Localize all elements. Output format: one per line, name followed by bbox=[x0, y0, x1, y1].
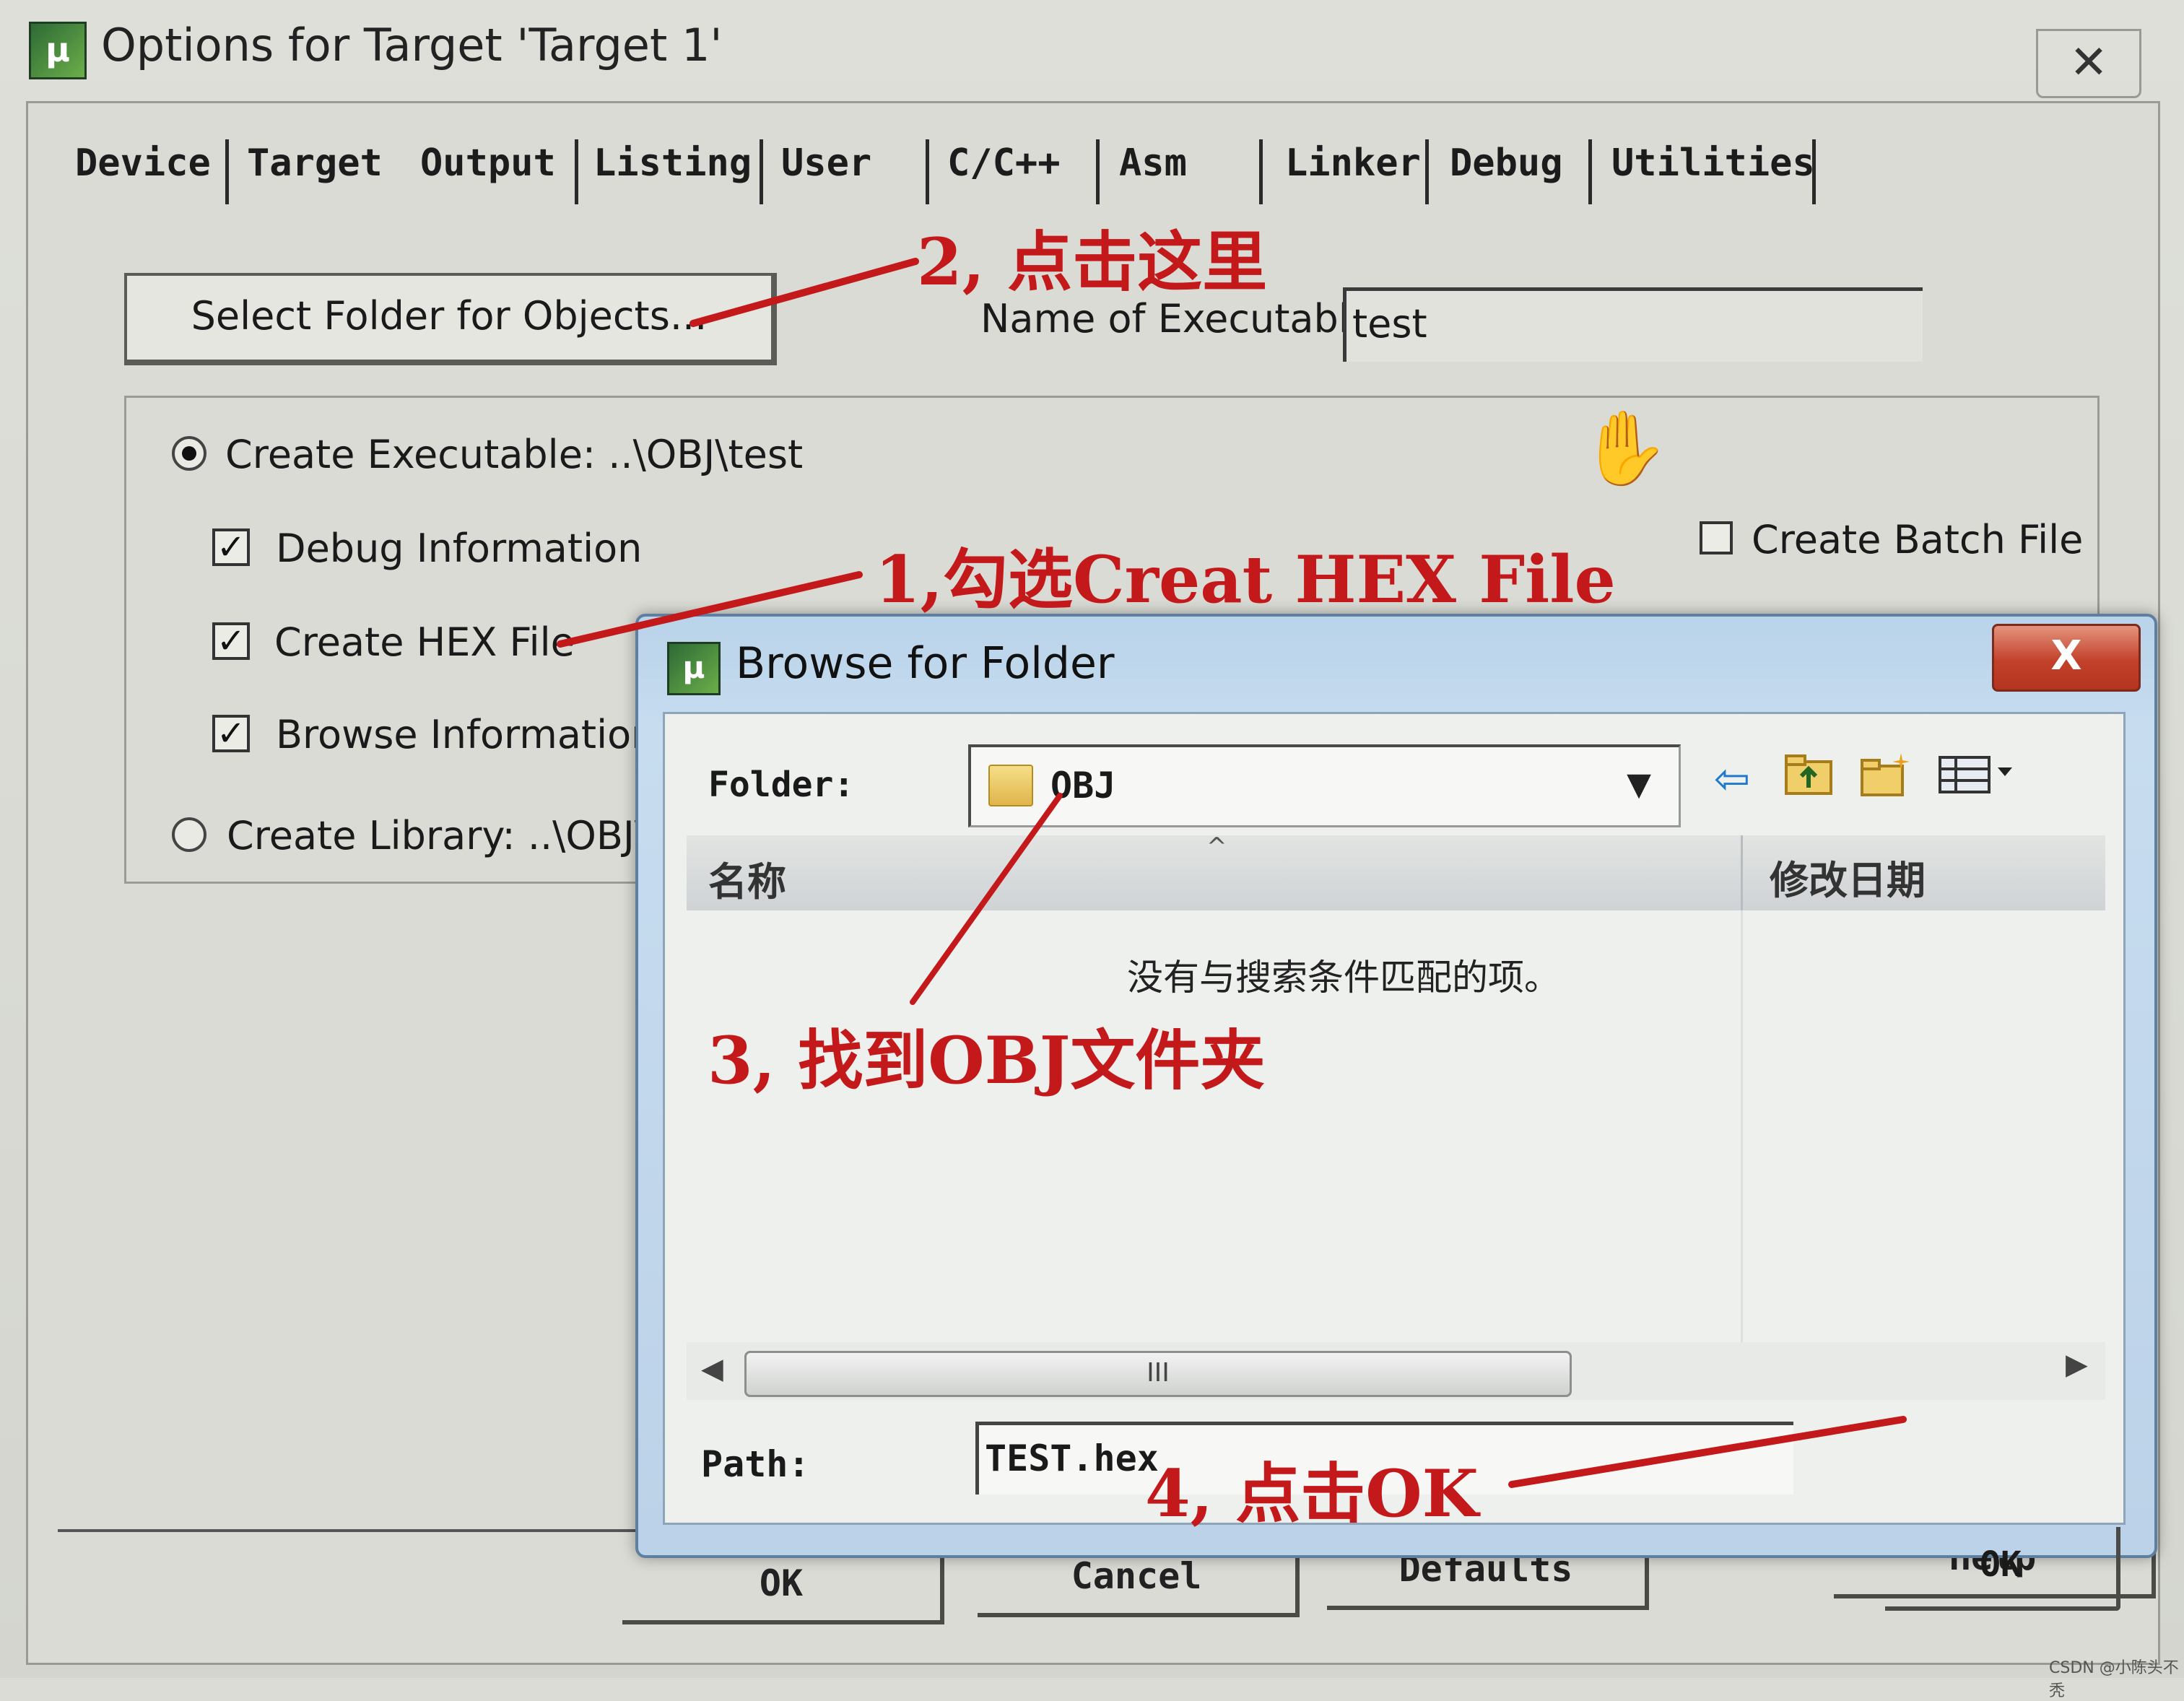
close-icon[interactable]: X bbox=[1992, 624, 2141, 692]
tab-separator bbox=[1425, 139, 1429, 204]
create-hex-file-label: Create HEX File bbox=[274, 619, 575, 665]
hand-cursor-icon: ✋ bbox=[1580, 406, 1670, 490]
scroll-right-icon[interactable]: ▶ bbox=[2066, 1348, 2088, 1381]
tab-separator bbox=[575, 139, 578, 204]
create-batch-file-checkbox[interactable] bbox=[1700, 521, 1733, 554]
column-header-name[interactable]: 名称 bbox=[708, 850, 786, 907]
keil-uvision-icon: μ bbox=[29, 22, 87, 79]
column-separator bbox=[1741, 910, 1743, 1344]
tab-user[interactable]: User bbox=[781, 134, 871, 193]
new-folder-icon[interactable] bbox=[1858, 752, 1913, 806]
debug-information-label: Debug Information bbox=[276, 526, 643, 571]
up-folder-icon[interactable] bbox=[1781, 752, 1836, 806]
tab-separator bbox=[225, 139, 229, 204]
tab-listing[interactable]: Listing bbox=[593, 134, 752, 193]
debug-information-checkbox[interactable]: ✓ bbox=[212, 528, 250, 566]
browse-ok-button[interactable]: OK bbox=[1885, 1527, 2120, 1611]
tab-target[interactable]: Target bbox=[247, 134, 383, 193]
window-title: Options for Target 'Target 1' bbox=[101, 19, 723, 71]
select-folder-for-objects-button[interactable]: Select Folder for Objects... bbox=[124, 273, 777, 365]
path-label: Path: bbox=[701, 1443, 810, 1485]
scroll-thumb[interactable]: III bbox=[744, 1351, 1572, 1397]
browse-dialog-title: Browse for Folder bbox=[736, 638, 1115, 689]
empty-list-message: 没有与搜索条件匹配的项。 bbox=[1127, 957, 1560, 999]
folder-select[interactable]: OBJ ▼ bbox=[968, 744, 1681, 827]
tab-separator bbox=[760, 139, 763, 204]
tab-asm[interactable]: Asm bbox=[1119, 134, 1187, 193]
watermark: CSDN @小陈头不秃 bbox=[2049, 1659, 2179, 1700]
close-icon[interactable]: ✕ bbox=[2036, 29, 2141, 98]
view-menu-icon[interactable] bbox=[1937, 752, 2024, 806]
browse-information-checkbox[interactable]: ✓ bbox=[212, 715, 250, 752]
create-library-radio[interactable] bbox=[172, 817, 206, 852]
back-arrow-icon[interactable]: ⇦ bbox=[1705, 752, 1759, 806]
executable-name-input[interactable]: test bbox=[1343, 287, 1923, 362]
title-bar: μ Options for Target 'Target 1' ✕ bbox=[0, 0, 2184, 101]
tab-output[interactable]: Output bbox=[420, 134, 556, 193]
file-list-header: 名称 ^ 修改日期 bbox=[687, 832, 2105, 910]
keil-uvision-icon: μ bbox=[667, 642, 721, 695]
create-hex-file-checkbox[interactable]: ✓ bbox=[212, 622, 250, 660]
ok-button[interactable]: OK bbox=[622, 1551, 944, 1624]
tab-c-cpp[interactable]: C/C++ bbox=[947, 134, 1061, 193]
create-batch-file-label: Create Batch File bbox=[1752, 517, 2084, 562]
folder-icon bbox=[988, 765, 1033, 806]
browse-dialog-body: Folder: OBJ ▼ ⇦ 名称 ^ 修改日期 没有与搜索条件匹配的项。 ◀… bbox=[663, 712, 2126, 1611]
annotation-step3: 3, 找到OBJ文件夹 bbox=[708, 1022, 1266, 1099]
tab-utilities[interactable]: Utilities bbox=[1611, 134, 1815, 193]
folder-label: Folder: bbox=[708, 765, 855, 805]
tab-separator bbox=[926, 139, 929, 204]
tab-separator bbox=[1588, 139, 1592, 204]
create-executable-radio[interactable] bbox=[172, 436, 206, 471]
annotation-step1: 1,勾选Creat HEX File bbox=[875, 541, 1616, 618]
sort-caret-icon: ^ bbox=[1206, 832, 1227, 861]
chevron-down-icon[interactable]: ▼ bbox=[1606, 754, 1671, 815]
tab-separator bbox=[1096, 139, 1100, 204]
tab-separator bbox=[1259, 139, 1263, 204]
create-library-label: Create Library: ..\OBJ\ bbox=[227, 813, 648, 858]
browse-information-label: Browse Information bbox=[276, 712, 656, 757]
tab-debug[interactable]: Debug bbox=[1450, 134, 1563, 193]
horizontal-scrollbar[interactable]: ◀ III ▶ bbox=[687, 1342, 2105, 1400]
column-separator[interactable] bbox=[1741, 835, 1743, 910]
tab-device[interactable]: Device bbox=[75, 134, 211, 193]
scroll-left-icon[interactable]: ◀ bbox=[701, 1352, 723, 1385]
create-executable-label: Create Executable: ..\OBJ\test bbox=[225, 432, 804, 477]
tab-linker[interactable]: Linker bbox=[1285, 134, 1421, 193]
annotation-step2: 2, 点击这里 bbox=[917, 224, 1268, 300]
tab-separator bbox=[1812, 139, 1816, 204]
annotation-step4: 4, 点击OK bbox=[1145, 1456, 1479, 1532]
folder-value: OBJ bbox=[1050, 765, 1116, 806]
column-header-date-modified[interactable]: 修改日期 bbox=[1770, 848, 1926, 905]
